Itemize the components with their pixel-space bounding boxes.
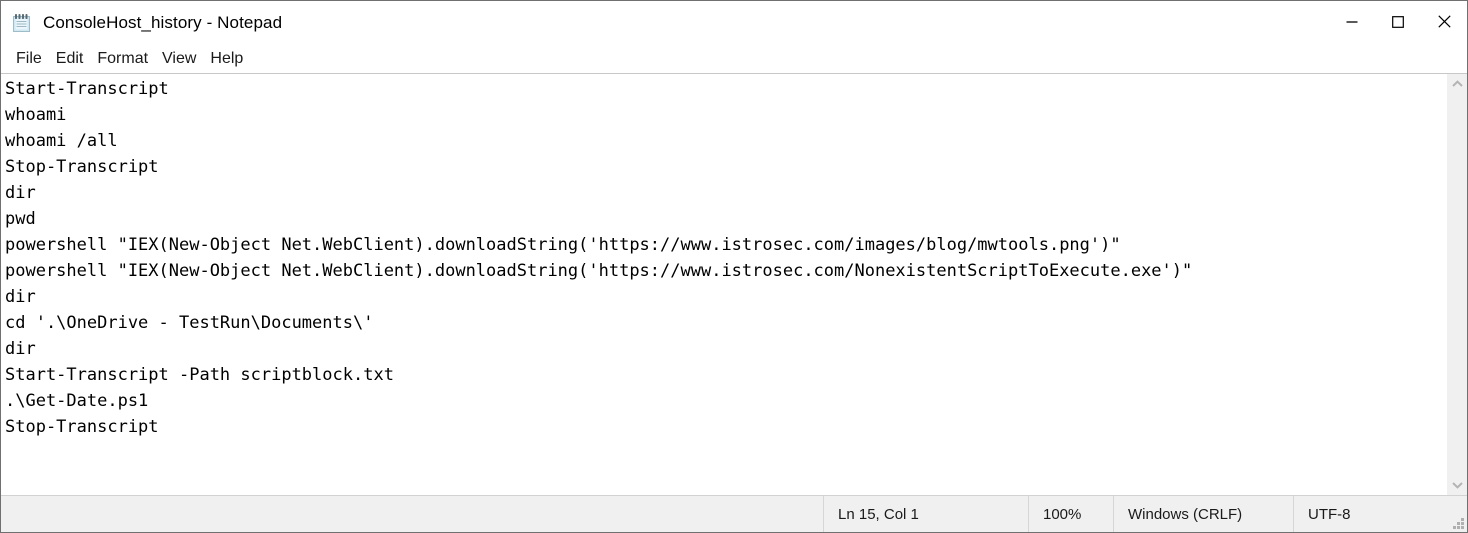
editor-line: .\Get-Date.ps1 <box>5 391 149 411</box>
editor-line: Start-Transcript <box>5 79 169 99</box>
status-cursor-position: Ln 15, Col 1 <box>823 496 1028 532</box>
window-controls <box>1329 1 1467 45</box>
editor-line: powershell "IEX(New-Object Net.WebClient… <box>5 235 1121 255</box>
menu-item-file[interactable]: File <box>9 48 49 70</box>
editor-line: pwd <box>5 209 36 229</box>
editor-line: cd '.\OneDrive - TestRun\Documents\' <box>5 313 374 333</box>
menu-bar: File Edit Format View Help <box>1 45 1467 73</box>
editor-row: Start-Transcript whoami whoami /all Stop… <box>1 74 1467 495</box>
resize-grip-icon[interactable] <box>1452 517 1464 529</box>
editor-line: whoami <box>5 105 67 125</box>
close-icon <box>1437 15 1451 31</box>
notepad-window: ConsoleHost_history - Notepad File Edit … <box>0 0 1468 533</box>
notepad-icon <box>11 12 33 34</box>
status-encoding[interactable]: UTF-8 <box>1293 496 1467 532</box>
editor-line: dir <box>5 183 36 203</box>
maximize-icon <box>1392 15 1404 31</box>
editor-line: Stop-Transcript <box>5 417 159 437</box>
scrollbar-track[interactable] <box>1447 94 1467 475</box>
menu-item-help[interactable]: Help <box>203 48 250 70</box>
editor-line: whoami /all <box>5 131 118 151</box>
editor-line: powershell "IEX(New-Object Net.WebClient… <box>5 261 1193 281</box>
menu-item-edit[interactable]: Edit <box>49 48 91 70</box>
minimize-button[interactable] <box>1329 1 1375 45</box>
scroll-down-button[interactable] <box>1447 475 1467 495</box>
text-editor[interactable]: Start-Transcript whoami whoami /all Stop… <box>1 74 1446 495</box>
editor-line: Stop-Transcript <box>5 157 159 177</box>
status-zoom-level[interactable]: 100% <box>1028 496 1113 532</box>
close-button[interactable] <box>1421 1 1467 45</box>
scroll-up-button[interactable] <box>1447 74 1467 94</box>
menu-item-format[interactable]: Format <box>90 48 155 70</box>
minimize-icon <box>1346 16 1358 31</box>
status-bar: Ln 15, Col 1 100% Windows (CRLF) UTF-8 <box>1 495 1467 532</box>
chevron-up-icon <box>1451 75 1463 93</box>
menu-item-view[interactable]: View <box>155 48 203 70</box>
editor-line: dir <box>5 339 36 359</box>
client-area: Start-Transcript whoami whoami /all Stop… <box>1 73 1467 495</box>
status-bar-spacer <box>1 496 823 532</box>
title-bar-left: ConsoleHost_history - Notepad <box>1 12 282 34</box>
editor-line: dir <box>5 287 36 307</box>
title-bar[interactable]: ConsoleHost_history - Notepad <box>1 1 1467 45</box>
maximize-button[interactable] <box>1375 1 1421 45</box>
editor-line: Start-Transcript -Path scriptblock.txt <box>5 365 394 385</box>
chevron-down-icon <box>1451 476 1463 494</box>
window-title: ConsoleHost_history - Notepad <box>43 13 283 32</box>
status-line-ending[interactable]: Windows (CRLF) <box>1113 496 1293 532</box>
vertical-scrollbar[interactable] <box>1446 74 1467 495</box>
